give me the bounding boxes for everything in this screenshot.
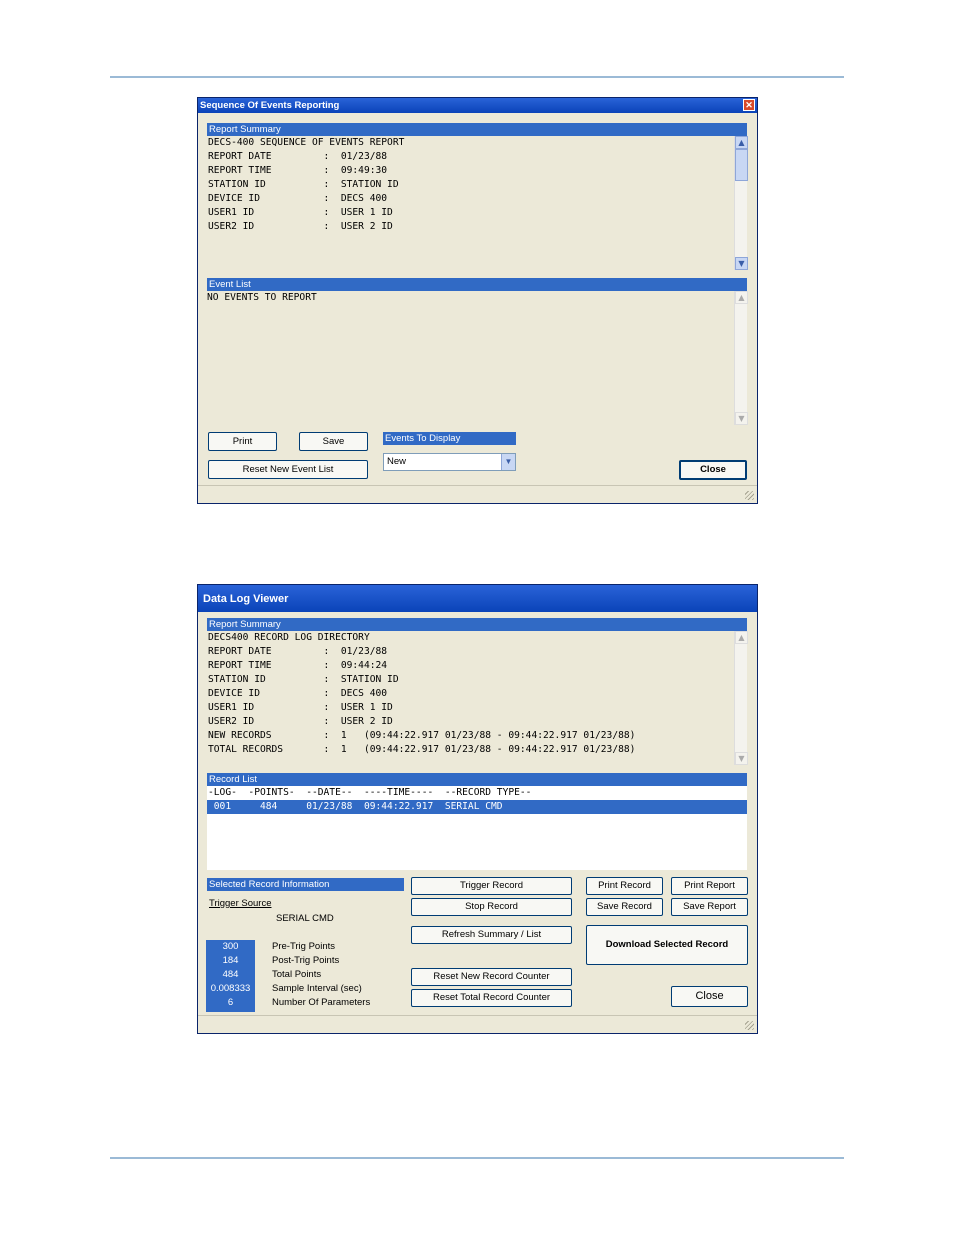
page-top-rule	[110, 76, 844, 78]
selected-record-info-header: Selected Record Information	[207, 878, 404, 891]
summary-line: TOTAL RECORDS : 1 (09:44:22.917 01/23/88…	[208, 744, 636, 755]
save-button[interactable]: Save	[299, 432, 368, 451]
reset-new-record-counter-button[interactable]: Reset New Record Counter	[411, 968, 572, 986]
total-points-value: 484	[206, 968, 255, 982]
print-button[interactable]: Print	[208, 432, 277, 451]
data-log-viewer-window: Data Log Viewer Report Summary DECS400 R…	[197, 584, 758, 1034]
window-title: Sequence Of Events Reporting	[200, 100, 340, 111]
scroll-down-icon[interactable]: ▼	[735, 752, 748, 765]
sequence-of-events-window: Sequence Of Events Reporting ✕ Report Su…	[197, 97, 758, 504]
summary-line: USER2 ID : USER 2 ID	[208, 221, 393, 232]
record-row-text: 001 484 01/23/88 09:44:22.917 SERIAL CMD	[208, 801, 503, 812]
scroll-up-icon[interactable]: ▲	[735, 291, 748, 304]
number-of-parameters-label: Number Of Parameters	[272, 997, 371, 1008]
scroll-down-icon[interactable]: ▼	[735, 257, 748, 270]
record-list-header: Record List	[207, 773, 747, 786]
trigger-source-value: SERIAL CMD	[276, 913, 334, 924]
summary-line: STATION ID : STATION ID	[208, 179, 399, 190]
summary-line: USER2 ID : USER 2 ID	[208, 716, 393, 727]
summary-scrollbar[interactable]: ▲ ▼	[734, 631, 748, 765]
events-to-display-header: Events To Display	[383, 432, 516, 445]
summary-line: REPORT DATE : 01/23/88	[208, 151, 388, 162]
event-list-header: Event List	[207, 278, 747, 291]
summary-line: DECS-400 SEQUENCE OF EVENTS REPORT	[208, 137, 405, 148]
summary-line: DEVICE ID : DECS 400	[208, 193, 388, 204]
record-values-panel: 300 Pre-Trig Points 184 Post-Trig Points…	[198, 940, 408, 1012]
report-summary-header: Report Summary	[207, 618, 747, 631]
dlv-titlebar: Data Log Viewer	[198, 585, 757, 612]
summary-line: USER1 ID : USER 1 ID	[208, 702, 393, 713]
sample-interval-value: 0.008333	[206, 982, 255, 996]
sample-interval-label: Sample Interval (sec)	[272, 983, 362, 994]
summary-lines-clip: NEW RECORDS : 1 (09:44:22.917 01/23/88 -…	[207, 729, 726, 759]
stop-record-button[interactable]: Stop Record	[411, 898, 572, 916]
post-trig-points-label: Post-Trig Points	[272, 955, 340, 966]
summary-line: NEW RECORDS : 1 (09:44:22.917 01/23/88 -…	[208, 730, 636, 741]
window-title: Data Log Viewer	[203, 593, 289, 605]
event-list-scrollbar[interactable]: ▲ ▼	[734, 291, 748, 425]
soe-titlebar: Sequence Of Events Reporting ✕	[198, 98, 757, 113]
events-to-display-select[interactable]: New ▼	[383, 453, 516, 471]
reset-new-event-list-button[interactable]: Reset New Event List	[208, 460, 368, 479]
resize-grip-icon[interactable]	[745, 1021, 754, 1030]
report-summary-box: DECS-400 SEQUENCE OF EVENTS REPORT REPOR…	[207, 136, 748, 271]
pre-trig-points-value: 300	[206, 940, 255, 954]
table-row[interactable]: 001 484 01/23/88 09:44:22.917 SERIAL CMD	[207, 800, 747, 814]
report-summary-header: Report Summary	[207, 123, 747, 136]
print-report-button[interactable]: Print Report	[671, 877, 748, 895]
save-report-button[interactable]: Save Report	[671, 898, 748, 916]
scroll-up-icon[interactable]: ▲	[735, 136, 748, 149]
summary-line: DEVICE ID : DECS 400	[208, 688, 388, 699]
save-record-button[interactable]: Save Record	[586, 898, 663, 916]
events-to-display-value: New	[387, 456, 407, 467]
report-summary-box: DECS400 RECORD LOG DIRECTORY REPORT DATE…	[207, 631, 748, 766]
scroll-thumb[interactable]	[735, 149, 748, 181]
event-list-box: NO EVENTS TO REPORT ▲ ▼	[207, 291, 748, 426]
refresh-summary-button[interactable]: Refresh Summary / List	[411, 926, 572, 944]
record-list-columns: -LOG- -POINTS- --DATE-- ----TIME---- --R…	[208, 787, 532, 798]
download-selected-record-button[interactable]: Download Selected Record	[586, 925, 748, 965]
status-bar	[198, 1015, 757, 1033]
summary-line: REPORT TIME : 09:49:30	[208, 165, 388, 176]
trigger-source-label: Trigger Source	[209, 898, 272, 909]
reset-total-record-counter-button[interactable]: Reset Total Record Counter	[411, 989, 572, 1007]
event-list-text: NO EVENTS TO REPORT	[207, 292, 317, 303]
scroll-down-icon[interactable]: ▼	[735, 412, 748, 425]
resize-grip-icon[interactable]	[745, 491, 754, 500]
print-record-button[interactable]: Print Record	[586, 877, 663, 895]
total-points-label: Total Points	[272, 969, 322, 980]
trigger-record-button[interactable]: Trigger Record	[411, 877, 572, 895]
post-trig-points-value: 184	[206, 954, 255, 968]
status-bar	[198, 485, 757, 503]
chevron-down-icon[interactable]: ▼	[501, 454, 515, 470]
close-button[interactable]: Close	[671, 986, 748, 1007]
summary-line: STATION ID : STATION ID	[208, 674, 399, 685]
summary-line: REPORT DATE : 01/23/88	[208, 646, 388, 657]
scroll-up-icon[interactable]: ▲	[735, 631, 748, 644]
summary-scrollbar[interactable]: ▲ ▼	[734, 136, 748, 270]
close-icon[interactable]: ✕	[743, 99, 755, 111]
page-bottom-rule	[110, 1157, 844, 1159]
summary-line: USER1 ID : USER 1 ID	[208, 207, 393, 218]
close-button[interactable]: Close	[679, 460, 747, 480]
number-of-parameters-value: 6	[206, 996, 255, 1010]
summary-line: DECS400 RECORD LOG DIRECTORY	[208, 632, 370, 643]
pre-trig-points-label: Pre-Trig Points	[272, 941, 335, 952]
summary-line: REPORT TIME : 09:44:24	[208, 660, 388, 671]
record-list-box: -LOG- -POINTS- --DATE-- ----TIME---- --R…	[207, 786, 747, 870]
